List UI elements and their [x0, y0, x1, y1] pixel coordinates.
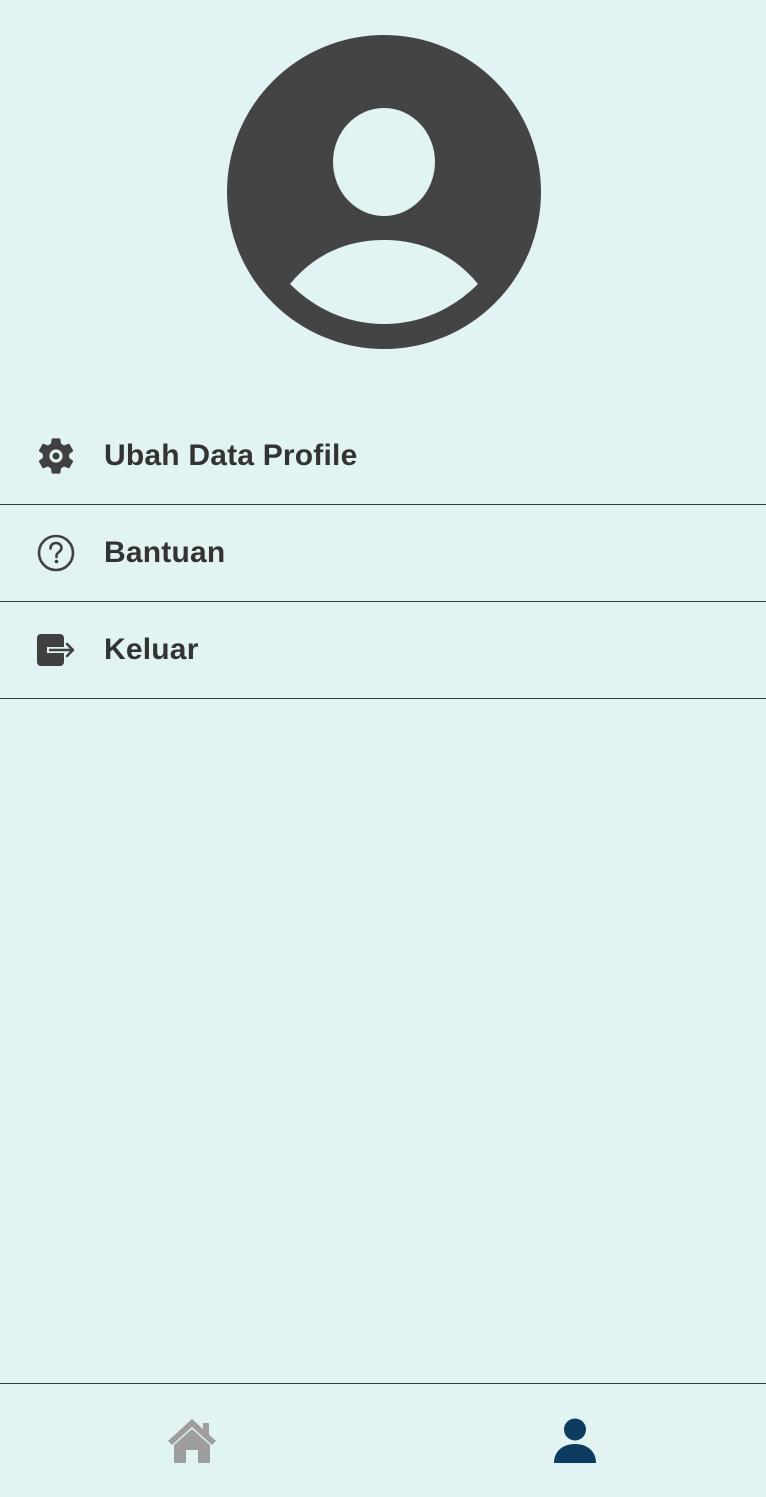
nav-home-button[interactable] [0, 1384, 383, 1497]
logout-icon [34, 628, 78, 672]
profile-menu: Ubah Data Profile Bantuan Keluar [0, 408, 766, 699]
menu-item-edit-profile[interactable]: Ubah Data Profile [0, 408, 766, 505]
menu-item-label: Ubah Data Profile [104, 439, 358, 472]
menu-item-label: Bantuan [104, 536, 226, 569]
person-icon [553, 1418, 596, 1463]
account-circle-icon [227, 35, 541, 349]
profile-screen: Ubah Data Profile Bantuan Keluar [0, 0, 766, 1497]
menu-item-help[interactable]: Bantuan [0, 505, 766, 602]
home-icon [167, 1418, 216, 1463]
menu-item-label: Keluar [104, 633, 199, 666]
nav-profile-button[interactable] [383, 1384, 766, 1497]
gear-icon [34, 434, 78, 478]
menu-item-logout[interactable]: Keluar [0, 602, 766, 699]
bottom-navigation [0, 1383, 766, 1497]
help-circle-icon [34, 531, 78, 575]
avatar [227, 35, 541, 349]
